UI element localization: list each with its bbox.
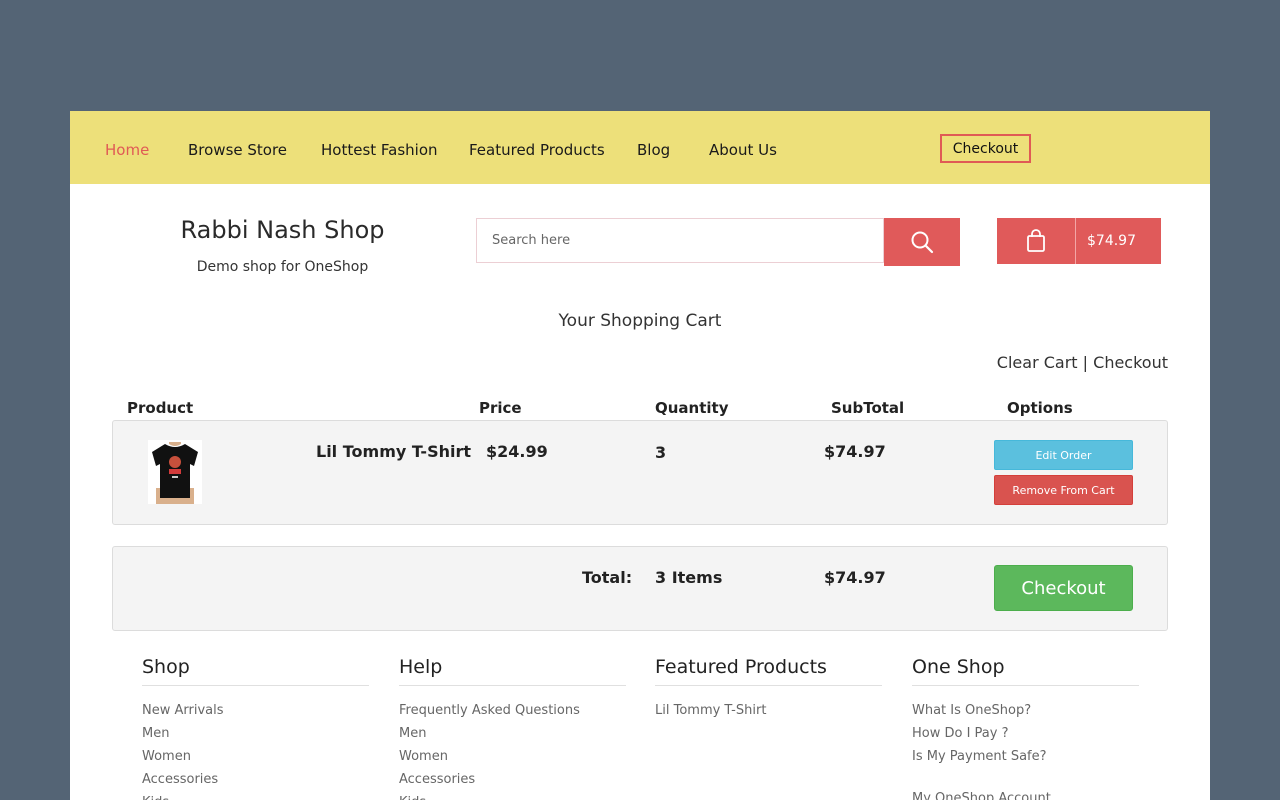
total-label: Total: <box>582 568 633 587</box>
column-header-product: Product <box>127 399 194 417</box>
footer-link[interactable]: New Arrivals <box>142 699 369 722</box>
footer-link-list: What Is OneShop? How Do I Pay ? Is My Pa… <box>912 699 1139 800</box>
nav-item-home[interactable]: Home <box>105 141 149 159</box>
footer-link[interactable]: What Is OneShop? <box>912 699 1139 722</box>
footer-link[interactable]: My OneShop Account <box>912 787 1139 800</box>
footer-column-one-shop: One Shop What Is OneShop? How Do I Pay ?… <box>912 656 1139 800</box>
column-header-options: Options <box>1007 399 1073 417</box>
footer-link[interactable]: Women <box>399 745 626 768</box>
search-button[interactable] <box>884 218 960 266</box>
footer-link[interactable]: Men <box>399 722 626 745</box>
footer-link[interactable]: Accessories <box>142 768 369 791</box>
footer-link[interactable]: Frequently Asked Questions <box>399 699 626 722</box>
edit-order-button[interactable]: Edit Order <box>994 440 1133 470</box>
footer-heading: One Shop <box>912 656 1139 686</box>
footer-spacer <box>912 768 1139 787</box>
product-subtotal: $74.97 <box>824 442 886 461</box>
footer-column-featured-products: Featured Products Lil Tommy T-Shirt <box>655 656 882 722</box>
footer-link[interactable]: Accessories <box>399 768 626 791</box>
mini-cart-total: $74.97 <box>1087 233 1136 249</box>
product-name[interactable]: Lil Tommy T-Shirt <box>316 442 471 461</box>
clear-cart-link[interactable]: Clear Cart <box>997 353 1078 372</box>
nav-item-browse-store[interactable]: Browse Store <box>188 141 287 159</box>
shop-title: Rabbi Nash Shop <box>180 216 385 244</box>
total-amount: $74.97 <box>824 568 886 587</box>
top-nav: Home Browse Store Hottest Fashion Featur… <box>70 111 1210 184</box>
nav-item-blog[interactable]: Blog <box>637 141 670 159</box>
cart-icon-wrap <box>997 218 1076 264</box>
product-price: $24.99 <box>486 442 548 461</box>
cart-links: Clear Cart | Checkout <box>997 353 1168 372</box>
footer-heading: Shop <box>142 656 369 686</box>
cart-links-separator: | <box>1082 353 1089 372</box>
search-input[interactable] <box>476 218 884 263</box>
footer-link[interactable]: Men <box>142 722 369 745</box>
footer-link-list: Lil Tommy T-Shirt <box>655 699 882 722</box>
footer-link[interactable]: Lil Tommy T-Shirt <box>655 699 882 722</box>
footer-link[interactable]: Is My Payment Safe? <box>912 745 1139 768</box>
checkout-button[interactable]: Checkout <box>994 565 1133 611</box>
nav-item-hottest-fashion[interactable]: Hottest Fashion <box>321 141 438 159</box>
product-quantity: 3 <box>655 443 667 462</box>
column-header-price: Price <box>479 399 522 417</box>
checkout-link[interactable]: Checkout <box>1093 353 1168 372</box>
footer-column-help: Help Frequently Asked Questions Men Wome… <box>399 656 626 800</box>
footer-link[interactable]: How Do I Pay ? <box>912 722 1139 745</box>
total-items: 3 Items <box>655 568 723 587</box>
tshirt-image <box>148 440 202 504</box>
mini-cart-button[interactable]: $74.97 <box>997 218 1161 264</box>
footer-heading: Featured Products <box>655 656 882 686</box>
footer-link[interactable]: Kids <box>142 791 369 800</box>
footer-link[interactable]: Women <box>142 745 369 768</box>
cart-total-row: Total: 3 Items $74.97 Checkout <box>112 546 1168 631</box>
cart-heading: Your Shopping Cart <box>558 311 722 331</box>
footer-heading: Help <box>399 656 626 686</box>
column-header-subtotal: SubTotal <box>831 399 905 417</box>
nav-checkout-button[interactable]: Checkout <box>940 134 1031 163</box>
page-container: Home Browse Store Hottest Fashion Featur… <box>70 111 1210 800</box>
footer-column-shop: Shop New Arrivals Men Women Accessories … <box>142 656 369 800</box>
product-thumbnail[interactable] <box>148 440 202 504</box>
remove-from-cart-button[interactable]: Remove From Cart <box>994 475 1133 505</box>
footer-link-list: New Arrivals Men Women Accessories Kids <box>142 699 369 800</box>
nav-item-about-us[interactable]: About Us <box>709 141 777 159</box>
shopping-bag-icon <box>1027 229 1045 252</box>
footer-link-list: Frequently Asked Questions Men Women Acc… <box>399 699 626 800</box>
search-icon <box>911 231 934 254</box>
nav-item-featured-products[interactable]: Featured Products <box>469 141 605 159</box>
cart-item-row: Lil Tommy T-Shirt $24.99 3 $74.97 Edit O… <box>112 420 1168 525</box>
column-header-quantity: Quantity <box>655 399 729 417</box>
footer-link[interactable]: Kids <box>399 791 626 800</box>
shop-tagline: Demo shop for OneShop <box>196 259 369 275</box>
